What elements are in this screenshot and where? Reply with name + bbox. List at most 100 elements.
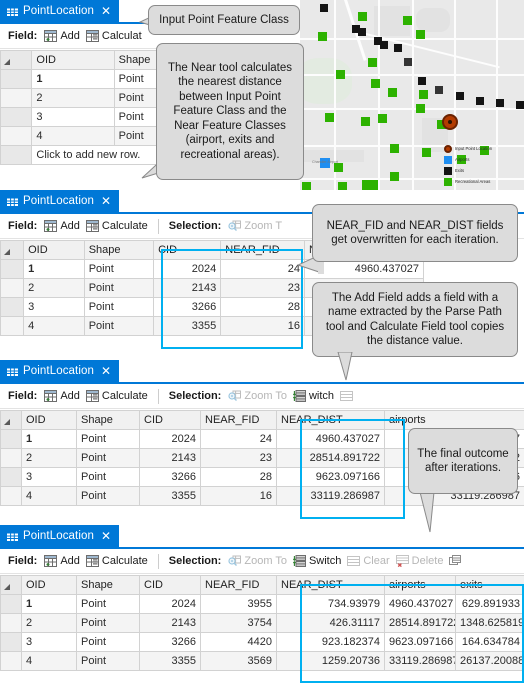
select-all-corner[interactable] [0, 575, 22, 595]
column-header[interactable]: NEAR_DIST [276, 410, 385, 430]
cell-cid[interactable]: 3266 [153, 297, 222, 317]
row-handle[interactable] [0, 467, 22, 487]
calculate-field-button[interactable]: Calculate [85, 220, 148, 232]
cell-oid[interactable]: 4 [21, 486, 77, 506]
cell-exits[interactable]: 629.891933 [455, 594, 524, 614]
row-handle[interactable] [0, 278, 25, 298]
table-row[interactable]: 3 Point 3266 4420 923.182374 9623.097166… [0, 632, 524, 652]
select-all-corner[interactable] [0, 240, 25, 260]
cell-shape[interactable]: Point [76, 613, 140, 633]
cell-cid[interactable]: 2024 [139, 429, 201, 449]
cell-cid[interactable]: 3266 [139, 632, 201, 652]
switch-selection-button[interactable]: Switch [292, 555, 341, 567]
row-handle[interactable] [0, 594, 22, 614]
cell-near-fid[interactable]: 28 [200, 467, 277, 487]
calculate-field-button[interactable]: Calculat [85, 30, 142, 42]
zoom-to-button[interactable]: Zoom To [228, 390, 287, 402]
cell-shape[interactable]: Point [83, 297, 155, 317]
cell-near-fid[interactable]: 24 [220, 259, 305, 279]
cell-airports[interactable]: 33119.286987 [384, 651, 456, 671]
copy-selection-button[interactable] [449, 555, 462, 567]
add-field-button[interactable]: Add [44, 30, 80, 42]
cell-oid[interactable]: 2 [23, 278, 85, 298]
cell-cid[interactable]: 3355 [153, 316, 222, 336]
cell-near-fid[interactable]: 16 [220, 316, 305, 336]
column-header[interactable]: CID [139, 575, 201, 595]
column-header[interactable]: Shape [83, 240, 155, 260]
cell-near-dist[interactable]: 33119.286987 [276, 486, 385, 506]
cell-near-dist[interactable]: 4960.437027 [276, 429, 385, 449]
row-handle[interactable] [0, 107, 33, 127]
cell-cid[interactable]: 2024 [139, 594, 201, 614]
tab-pointlocation[interactable]: PointLocation ✕ [0, 190, 120, 212]
cell-near-dist[interactable]: 426.31117 [276, 613, 385, 633]
cell-shape[interactable]: Point [83, 259, 155, 279]
cell-near-fid[interactable]: 16 [200, 486, 277, 506]
cell-shape[interactable]: Point [76, 486, 140, 506]
add-field-button[interactable]: Add [44, 220, 80, 232]
calculate-field-button[interactable]: Calculate [85, 390, 148, 402]
cell-oid[interactable]: 2 [21, 448, 77, 468]
cell-cid[interactable]: 3266 [139, 467, 201, 487]
close-icon[interactable]: ✕ [101, 195, 111, 207]
tab-pointlocation[interactable]: PointLocation ✕ [0, 0, 120, 22]
cell-shape[interactable]: Point [76, 429, 140, 449]
cell-oid[interactable]: 1 [31, 69, 115, 89]
clear-selection-button[interactable]: Clear [347, 555, 390, 567]
cell-oid[interactable]: 1 [21, 429, 77, 449]
cell-exits[interactable]: 26137.200881 [455, 651, 524, 671]
cell-oid[interactable]: 2 [31, 88, 115, 108]
row-handle[interactable] [0, 429, 22, 449]
cell-airports[interactable]: 28514.891722 [384, 613, 456, 633]
switch-selection-button[interactable]: witch [292, 390, 334, 402]
cell-airports[interactable]: 9623.097166 [384, 632, 456, 652]
cell-oid[interactable]: 1 [21, 594, 77, 614]
column-header[interactable]: NEAR_DIST [276, 575, 385, 595]
close-icon[interactable]: ✕ [101, 365, 111, 377]
table-row[interactable]: 1 Point 2024 3955 734.93979 4960.437027 … [0, 594, 524, 614]
row-handle[interactable] [0, 316, 25, 336]
column-header[interactable]: NEAR_FID [220, 240, 305, 260]
table-row[interactable]: 2 Point 2143 3754 426.31117 28514.891722… [0, 613, 524, 633]
cell-near-fid[interactable]: 3569 [200, 651, 277, 671]
table-row[interactable]: 1 Point 2024 24 4960.437027 [0, 259, 424, 279]
select-all-corner[interactable] [0, 410, 22, 430]
cell-shape[interactable]: Point [76, 467, 140, 487]
cell-cid[interactable]: 2143 [153, 278, 222, 298]
cell-near-dist[interactable]: 9623.097166 [276, 467, 385, 487]
column-header[interactable]: Shape [76, 410, 140, 430]
cell-oid[interactable]: 3 [31, 107, 115, 127]
row-handle[interactable] [0, 448, 22, 468]
cell-cid[interactable]: 2143 [139, 613, 201, 633]
cell-shape[interactable]: Point [83, 316, 155, 336]
cell-near-dist[interactable]: 1259.20736 [276, 651, 385, 671]
cell-cid[interactable]: 2024 [153, 259, 222, 279]
cell-airports[interactable]: 4960.437027 [384, 594, 456, 614]
column-header[interactable]: exits [455, 575, 524, 595]
column-header[interactable]: NEAR_FID [200, 575, 277, 595]
row-handle[interactable] [0, 632, 22, 652]
calculate-field-button[interactable]: Calculate [85, 555, 148, 567]
close-icon[interactable]: ✕ [101, 530, 111, 542]
cell-cid[interactable]: 3355 [139, 651, 201, 671]
map-view[interactable]: Chandler Airport Input Point Location Ai… [300, 0, 524, 190]
cell-near-dist[interactable]: 923.182374 [276, 632, 385, 652]
column-header[interactable]: NEAR_FID [200, 410, 277, 430]
cell-exits[interactable]: 164.634784 [455, 632, 524, 652]
table-row[interactable]: 4 Point 3355 3569 1259.20736 33119.28698… [0, 651, 524, 671]
cell-oid[interactable]: 4 [21, 651, 77, 671]
column-header[interactable]: OID [21, 575, 77, 595]
clear-selection-button[interactable] [340, 390, 354, 402]
cell-cid[interactable]: 3355 [139, 486, 201, 506]
cell-shape[interactable]: Point [76, 594, 140, 614]
cell-near-dist[interactable]: 734.93979 [276, 594, 385, 614]
column-header[interactable]: Shape [76, 575, 140, 595]
zoom-to-button[interactable]: Zoom T [228, 220, 282, 232]
cell-shape[interactable]: Point [83, 278, 155, 298]
row-handle[interactable] [0, 297, 25, 317]
row-handle[interactable] [0, 613, 22, 633]
tab-pointlocation[interactable]: PointLocation ✕ [0, 360, 120, 382]
cell-oid[interactable]: 2 [21, 613, 77, 633]
cell-near-fid[interactable]: 23 [220, 278, 305, 298]
cell-oid[interactable]: 4 [23, 316, 85, 336]
